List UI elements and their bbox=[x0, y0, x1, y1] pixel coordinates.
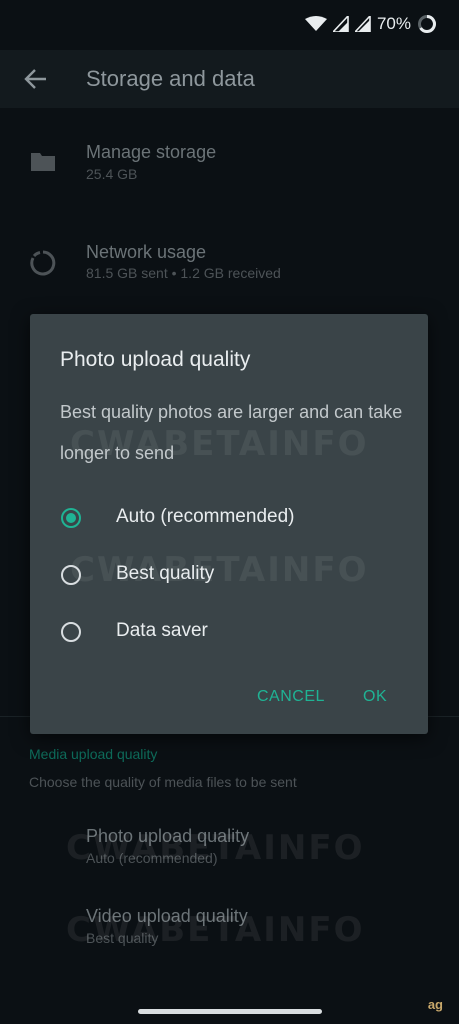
status-icons: 70% bbox=[304, 14, 437, 34]
radio-selected-icon[interactable] bbox=[61, 508, 81, 528]
status-bar: 70% bbox=[0, 0, 459, 50]
battery-percent: 70% bbox=[376, 14, 411, 33]
manage-storage-title: Manage storage bbox=[86, 142, 217, 162]
option-best-quality[interactable]: Best quality bbox=[30, 553, 428, 603]
media-section-description: Choose the quality of media files to be … bbox=[29, 774, 297, 790]
photo-quality-dialog: CWABETAINFO CWABETAINFO Photo upload qua… bbox=[30, 314, 428, 734]
option-label: Best quality bbox=[116, 563, 215, 584]
corner-logo: ag bbox=[427, 997, 443, 1012]
navigation-handle[interactable] bbox=[138, 1009, 322, 1014]
signal-icon-2 bbox=[354, 16, 371, 32]
network-usage-row[interactable]: Network usage 81.5 GB sent • 1.2 GB rece… bbox=[0, 230, 459, 300]
option-label: Auto (recommended) bbox=[116, 506, 295, 527]
ok-button[interactable]: OK bbox=[363, 688, 387, 706]
option-data-saver[interactable]: Data saver bbox=[30, 610, 428, 660]
signal-icon bbox=[332, 16, 349, 32]
back-arrow-icon[interactable] bbox=[22, 65, 50, 93]
wifi-icon bbox=[304, 16, 327, 31]
network-usage-title: Network usage bbox=[86, 242, 207, 262]
radio-unselected-icon[interactable] bbox=[61, 565, 81, 585]
folder-icon bbox=[31, 153, 55, 171]
battery-icon bbox=[418, 15, 436, 33]
data-usage-icon bbox=[30, 250, 56, 276]
network-usage-subtitle: 81.5 GB sent • 1.2 GB received bbox=[86, 265, 281, 281]
watermark: CWABETAINFO bbox=[66, 828, 365, 868]
radio-unselected-icon[interactable] bbox=[61, 622, 81, 642]
option-auto[interactable]: Auto (recommended) bbox=[30, 496, 428, 546]
dialog-title: Photo upload quality bbox=[60, 348, 251, 371]
app-bar: Storage and data bbox=[0, 50, 459, 108]
media-section-header: Media upload quality bbox=[29, 746, 158, 762]
dialog-body: Best quality photos are larger and can t… bbox=[60, 402, 403, 463]
manage-storage-row[interactable]: Manage storage 25.4 GB bbox=[0, 130, 459, 200]
page-title: Storage and data bbox=[86, 66, 255, 91]
option-label: Data saver bbox=[116, 620, 208, 641]
watermark: CWABETAINFO bbox=[66, 910, 365, 950]
cancel-button[interactable]: CANCEL bbox=[257, 688, 325, 706]
manage-storage-subtitle: 25.4 GB bbox=[86, 166, 138, 182]
